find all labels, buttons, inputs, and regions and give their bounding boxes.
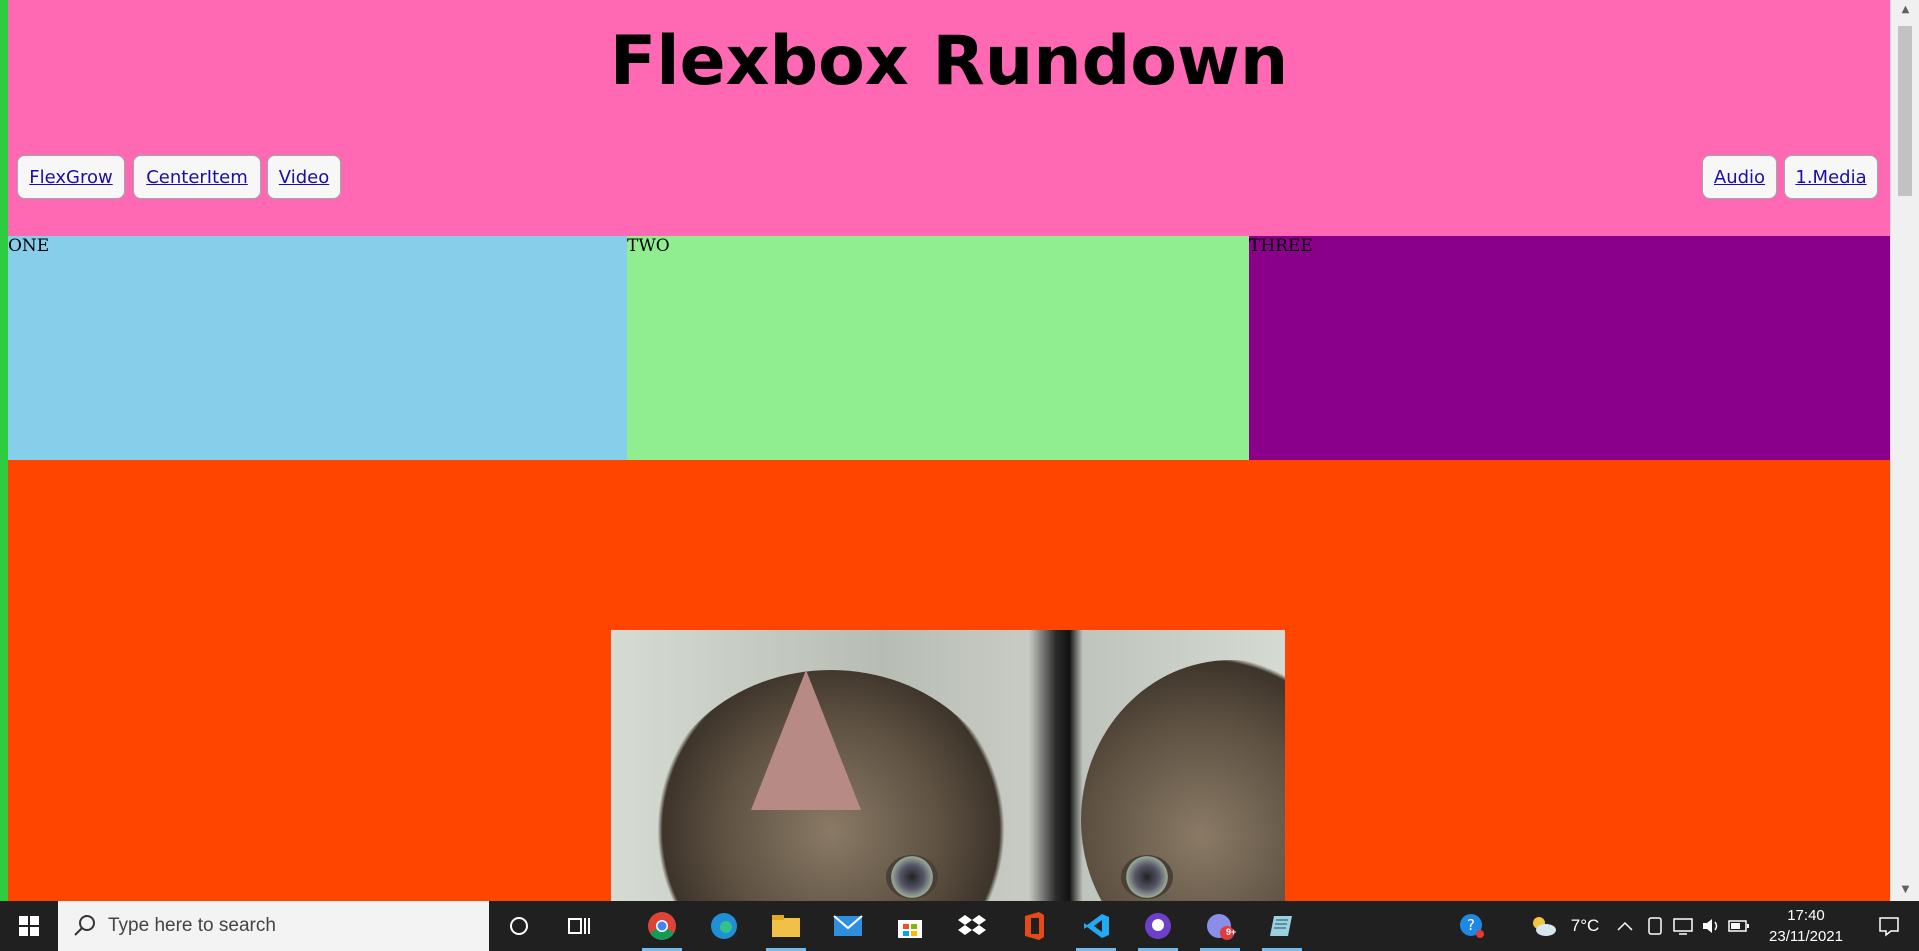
mail-icon[interactable] <box>820 901 876 951</box>
battery-icon[interactable] <box>1726 901 1752 951</box>
browser-viewport: Flexbox Rundown FlexGrow CenterItem Vide… <box>8 0 1890 901</box>
box-one-label: ONE <box>8 236 50 256</box>
github-icon[interactable] <box>1130 901 1186 951</box>
vscode-icon[interactable] <box>1068 901 1124 951</box>
windows-logo-icon <box>19 916 39 936</box>
edge-icon[interactable] <box>696 901 752 951</box>
chevron-up-icon[interactable] <box>1610 901 1640 951</box>
nav-link-video[interactable]: Video <box>267 155 341 199</box>
dropbox-icon[interactable] <box>944 901 1000 951</box>
scroll-up-icon[interactable]: ▲ <box>1891 4 1919 15</box>
file-explorer-icon[interactable] <box>758 901 814 951</box>
nav-link-flexgrow[interactable]: FlexGrow <box>17 155 125 199</box>
search-icon <box>74 915 95 936</box>
discord-badge: 9+ <box>1226 927 1237 937</box>
start-button[interactable] <box>0 901 58 951</box>
page-title: Flexbox Rundown <box>609 22 1289 101</box>
nav-link-centeritem[interactable]: CenterItem <box>133 155 261 199</box>
svg-text:?: ? <box>1467 916 1475 934</box>
chrome-icon[interactable] <box>634 901 690 951</box>
kitten-image <box>611 630 1285 901</box>
device-icon[interactable] <box>1642 901 1668 951</box>
discord-icon[interactable]: 9+ <box>1192 901 1248 951</box>
search-placeholder: Type here to search <box>108 915 276 936</box>
flex-box-two: TWO <box>627 236 1249 460</box>
office-icon[interactable] <box>1006 901 1062 951</box>
page-header: Flexbox Rundown FlexGrow CenterItem Vide… <box>8 0 1890 236</box>
cortana-icon[interactable] <box>491 901 547 951</box>
volume-icon[interactable] <box>1698 901 1724 951</box>
notepad-icon[interactable] <box>1254 901 1310 951</box>
help-icon[interactable]: ? <box>1454 901 1490 951</box>
page-scrollbar[interactable]: ▲ ▼ <box>1890 0 1919 901</box>
system-clock[interactable]: 17:40 23/11/2021 <box>1758 905 1854 947</box>
notification-icon[interactable] <box>1864 901 1914 951</box>
scroll-thumb[interactable] <box>1898 26 1912 196</box>
windows-taskbar: Type here to search 9+ ? 7°C 17:40 23/11… <box>0 901 1919 951</box>
flex-box-one: ONE <box>8 236 627 460</box>
nav-link-audio[interactable]: Audio <box>1702 155 1777 199</box>
clock-date: 23/11/2021 <box>1769 928 1843 945</box>
box-two-label: TWO <box>627 236 670 256</box>
network-icon[interactable] <box>1670 901 1696 951</box>
nav-link-media[interactable]: 1.Media <box>1784 155 1878 199</box>
store-icon[interactable] <box>882 901 938 951</box>
weather-icon[interactable] <box>1526 901 1560 951</box>
task-view-icon[interactable] <box>551 901 607 951</box>
flex-box-three: THREE <box>1249 236 1890 460</box>
box-three-label: THREE <box>1249 236 1313 256</box>
clock-time: 17:40 <box>1787 907 1825 924</box>
temperature-text[interactable]: 7°C <box>1562 901 1608 951</box>
scroll-down-icon[interactable]: ▼ <box>1891 884 1919 895</box>
taskbar-search-box[interactable]: Type here to search <box>58 901 489 951</box>
